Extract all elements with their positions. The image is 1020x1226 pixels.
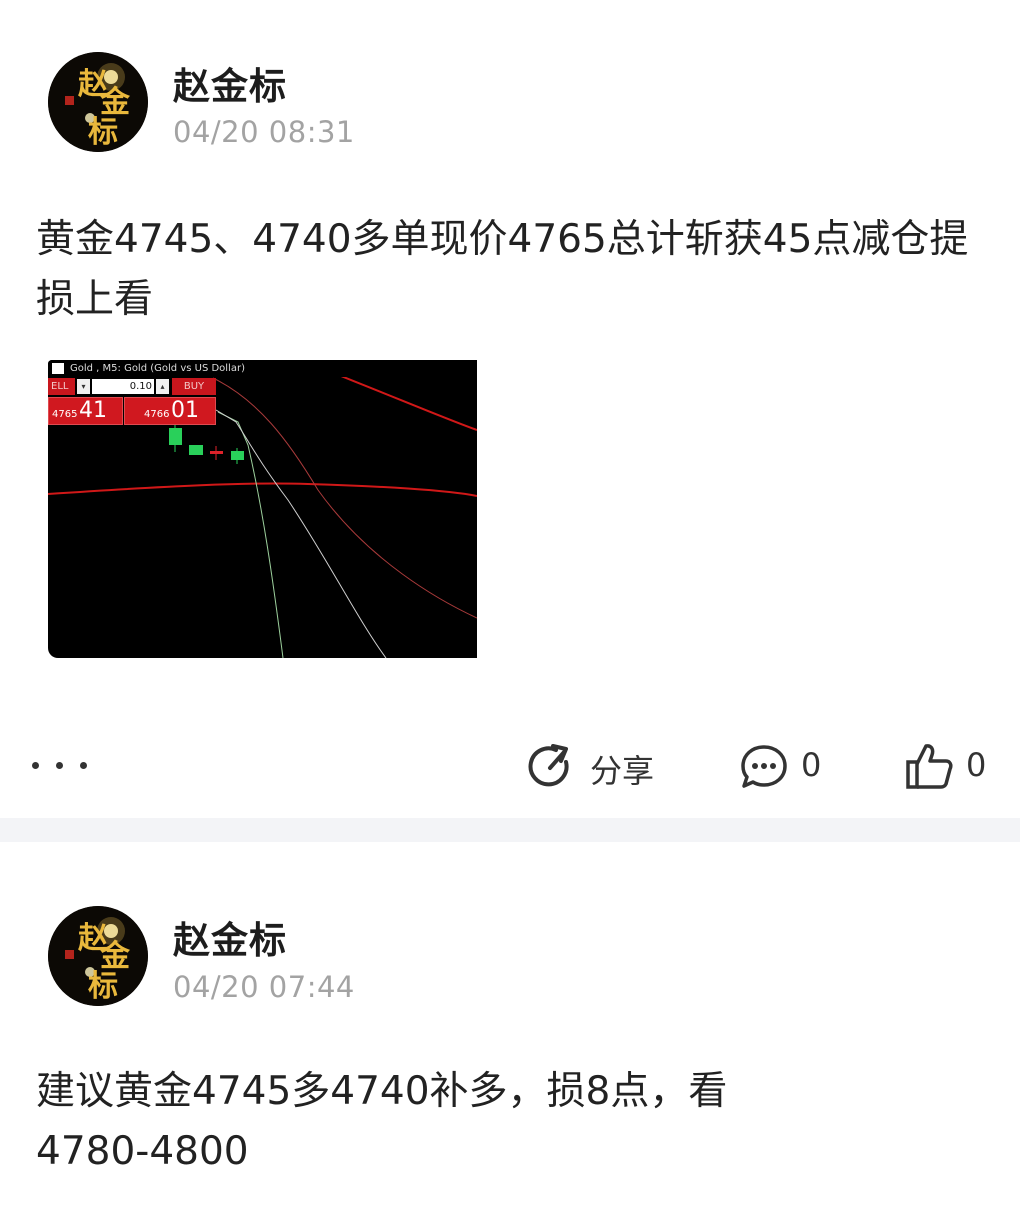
post-action-bar: 分享 0 0 bbox=[0, 736, 1020, 796]
candle-2 bbox=[189, 445, 203, 455]
post-time: 04/20 08:31 bbox=[173, 115, 355, 149]
lot-decrease-button[interactable]: ▾ bbox=[77, 379, 90, 394]
one-click-trading-panel: ELL ▾ 0.10 ▴ BUY bbox=[48, 378, 216, 395]
post-content: 建议黄金4745多4740补多，损8点，看 4780-4800 bbox=[36, 1069, 728, 1174]
post-card-2: 赵 金 标 赵金标 04/20 07:44 建议黄金4745多4740补多，损8… bbox=[0, 842, 1020, 1226]
post-time: 04/20 07:44 bbox=[173, 970, 355, 1004]
signal-line bbox=[215, 409, 387, 658]
post-divider bbox=[0, 818, 1020, 842]
post-card-1: 赵 金 标 赵金标 04/20 08:31 黄金4745、4740多单现价476… bbox=[0, 0, 1020, 818]
avatar[interactable]: 赵 金 标 bbox=[48, 52, 148, 152]
lot-size-input[interactable]: 0.10 bbox=[92, 379, 154, 394]
share-icon[interactable] bbox=[526, 742, 576, 792]
comment-icon[interactable] bbox=[739, 742, 789, 792]
avatar-logo-icon: 赵 金 标 bbox=[48, 906, 148, 1006]
chart-screenshot[interactable]: Gold , M5: Gold (Gold vs US Dollar) ELL … bbox=[48, 360, 477, 658]
sell-price-button[interactable]: 4765 41 bbox=[48, 397, 123, 425]
svg-text:标: 标 bbox=[88, 969, 118, 1004]
author-name[interactable]: 赵金标 bbox=[173, 56, 287, 110]
post-content: 黄金4745、4740多单现价4765总计斩获45点减仓提损上看 bbox=[36, 217, 969, 322]
middle-band-line bbox=[48, 482, 477, 497]
lower-ma-line bbox=[217, 411, 284, 658]
svg-text:标: 标 bbox=[88, 115, 118, 150]
like-count[interactable]: 0 bbox=[966, 746, 986, 784]
sell-tab[interactable]: ELL bbox=[48, 378, 75, 395]
buy-tab[interactable]: BUY bbox=[172, 378, 216, 395]
author-name[interactable]: 赵金标 bbox=[173, 910, 287, 964]
share-button-label[interactable]: 分享 bbox=[590, 746, 654, 792]
chart-window-title: Gold , M5: Gold (Gold vs US Dollar) bbox=[48, 360, 477, 377]
buy-price-button[interactable]: 4766 01 bbox=[124, 397, 216, 425]
more-icon[interactable] bbox=[32, 756, 96, 776]
like-icon[interactable] bbox=[904, 740, 954, 792]
lot-increase-button[interactable]: ▴ bbox=[156, 379, 169, 394]
avatar-logo-icon: 赵 金 标 bbox=[48, 52, 148, 152]
comment-count[interactable]: 0 bbox=[801, 746, 821, 784]
avatar[interactable]: 赵 金 标 bbox=[48, 906, 148, 1006]
window-icon bbox=[52, 363, 64, 374]
